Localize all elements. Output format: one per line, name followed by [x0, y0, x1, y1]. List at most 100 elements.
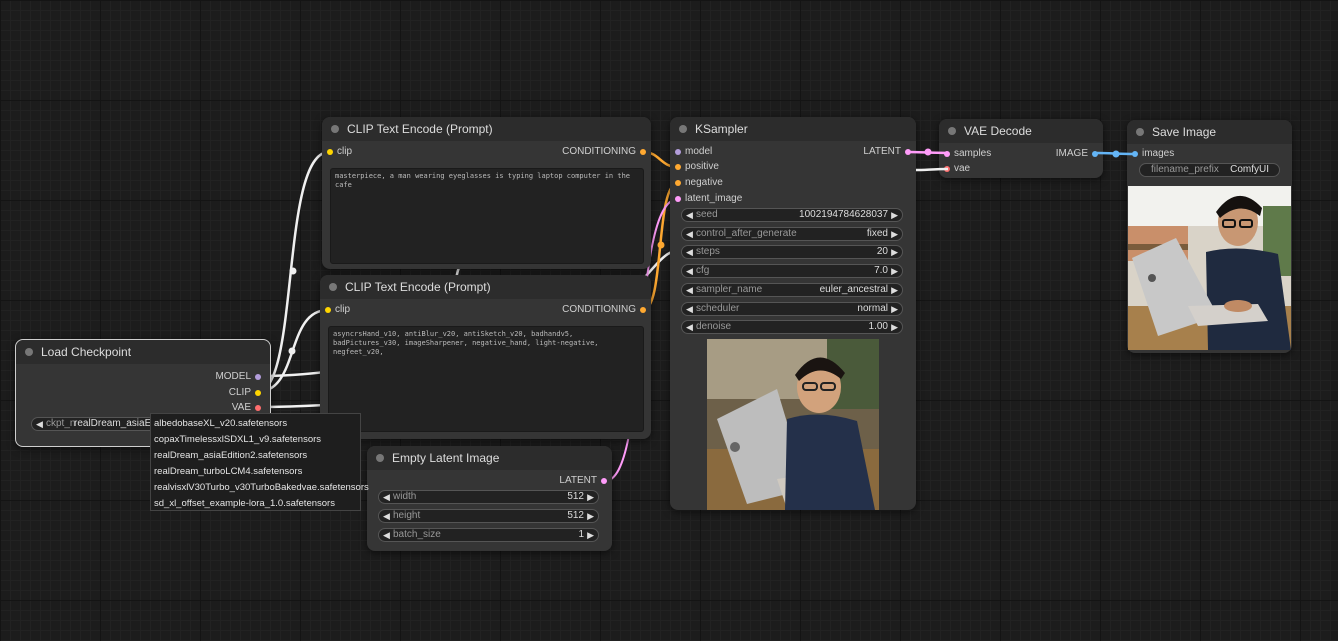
prompt-textarea[interactable]: asyncrsHand_v10, antiBlur_v20, antiSketc… — [328, 326, 644, 432]
seed-widget[interactable]: ◀ seed 1002194784628037 ▶ — [681, 208, 903, 222]
right-arrow-icon[interactable]: ▶ — [891, 246, 898, 258]
input-dot-icon[interactable] — [675, 196, 681, 202]
right-arrow-icon[interactable]: ▶ — [891, 209, 898, 221]
input-vae[interactable]: vae — [944, 162, 1014, 176]
cfg-widget[interactable]: ◀ cfg 7.0 ▶ — [681, 264, 903, 278]
input-dot-icon[interactable] — [675, 164, 681, 170]
collapse-dot-icon[interactable] — [25, 348, 33, 356]
output-image[interactable]: IMAGE — [1028, 147, 1098, 161]
input-negative[interactable]: negative — [675, 176, 755, 190]
output-dot-icon[interactable] — [640, 149, 646, 155]
steps-widget[interactable]: ◀ steps 20 ▶ — [681, 245, 903, 259]
left-arrow-icon[interactable]: ◀ — [686, 265, 693, 277]
output-dot-icon[interactable] — [905, 149, 911, 155]
output-conditioning[interactable]: CONDITIONING — [546, 145, 646, 159]
widget-name: seed — [696, 209, 718, 220]
input-dot-icon[interactable] — [944, 151, 950, 157]
output-model[interactable]: MODEL — [181, 370, 261, 384]
collapse-dot-icon[interactable] — [948, 127, 956, 135]
output-latent[interactable]: LATENT — [831, 145, 911, 159]
ckpt-name-combo[interactable]: ◀ ckpt_n realDream_asiaEd — [31, 417, 161, 431]
collapse-dot-icon[interactable] — [679, 125, 687, 133]
output-latent[interactable]: LATENT — [527, 474, 607, 488]
left-arrow-icon[interactable]: ◀ — [36, 418, 43, 430]
widget-value: 1002194784628037 — [799, 209, 888, 220]
empty-latent-image-node[interactable]: Empty Latent Image LATENT ◀ width 512 ▶ … — [367, 446, 612, 551]
right-arrow-icon[interactable]: ▶ — [587, 491, 594, 503]
dropdown-item[interactable]: realDream_asiaEdition2.safetensors — [151, 448, 360, 464]
dropdown-item[interactable]: copaxTimelessxlSDXL1_v9.safetensors — [151, 432, 360, 448]
node-title-bar[interactable]: VAE Decode — [939, 119, 1103, 143]
save-image-node[interactable]: Save Image images filename_prefix ComfyU… — [1127, 120, 1292, 353]
node-title-bar[interactable]: CLIP Text Encode (Prompt) — [322, 117, 651, 141]
widget-name: cfg — [696, 265, 710, 276]
output-dot-icon[interactable] — [640, 307, 646, 313]
dropdown-item[interactable]: realDream_turboLCM4.safetensors — [151, 464, 360, 480]
node-title-bar[interactable]: Empty Latent Image — [367, 446, 612, 470]
dropdown-item[interactable]: sd_xl_offset_example-lora_1.0.safetensor… — [151, 496, 360, 512]
left-arrow-icon[interactable]: ◀ — [686, 284, 693, 296]
input-positive[interactable]: positive — [675, 160, 755, 174]
input-clip[interactable]: clip — [327, 145, 387, 159]
input-model[interactable]: model — [675, 145, 755, 159]
left-arrow-icon[interactable]: ◀ — [383, 529, 390, 541]
input-dot-icon[interactable] — [325, 307, 331, 313]
right-arrow-icon[interactable]: ▶ — [891, 284, 898, 296]
collapse-dot-icon[interactable] — [329, 283, 337, 291]
left-arrow-icon[interactable]: ◀ — [686, 228, 693, 240]
width-widget[interactable]: ◀ width 512 ▶ — [378, 490, 599, 504]
left-arrow-icon[interactable]: ◀ — [686, 246, 693, 258]
sampler-name-widget[interactable]: ◀ sampler_name euler_ancestral ▶ — [681, 283, 903, 297]
output-dot-icon[interactable] — [255, 390, 261, 396]
right-arrow-icon[interactable]: ▶ — [891, 321, 898, 333]
filename-prefix-widget[interactable]: filename_prefix ComfyUI — [1139, 163, 1280, 177]
node-title-bar[interactable]: Load Checkpoint — [16, 340, 270, 364]
scheduler-widget[interactable]: ◀ scheduler normal ▶ — [681, 302, 903, 316]
input-dot-icon[interactable] — [675, 149, 681, 155]
node-title-bar[interactable]: KSampler — [670, 117, 916, 141]
collapse-dot-icon[interactable] — [331, 125, 339, 133]
output-dot-icon[interactable] — [255, 405, 261, 411]
input-dot-icon[interactable] — [944, 166, 950, 172]
input-clip[interactable]: clip — [325, 303, 385, 317]
node-title-bar[interactable]: Save Image — [1127, 120, 1292, 144]
batch-size-widget[interactable]: ◀ batch_size 1 ▶ — [378, 528, 599, 542]
collapse-dot-icon[interactable] — [1136, 128, 1144, 136]
dropdown-item[interactable]: albedobaseXL_v20.safetensors — [151, 416, 360, 432]
clip-text-encode-positive-node[interactable]: CLIP Text Encode (Prompt) clip CONDITION… — [322, 117, 651, 269]
right-arrow-icon[interactable]: ▶ — [891, 265, 898, 277]
left-arrow-icon[interactable]: ◀ — [383, 491, 390, 503]
output-dot-icon[interactable] — [255, 374, 261, 380]
input-samples[interactable]: samples — [944, 147, 1014, 161]
left-arrow-icon[interactable]: ◀ — [383, 510, 390, 522]
right-arrow-icon[interactable]: ▶ — [891, 228, 898, 240]
node-title-bar[interactable]: CLIP Text Encode (Prompt) — [320, 275, 651, 299]
output-dot-icon[interactable] — [601, 478, 607, 484]
left-arrow-icon[interactable]: ◀ — [686, 321, 693, 333]
left-arrow-icon[interactable]: ◀ — [686, 209, 693, 221]
left-arrow-icon[interactable]: ◀ — [686, 303, 693, 315]
widget-value: normal — [857, 303, 888, 314]
output-conditioning[interactable]: CONDITIONING — [546, 303, 646, 317]
ksampler-node[interactable]: KSampler model positive negative latent_… — [670, 117, 916, 510]
prompt-textarea[interactable]: masterpiece, a man wearing eyeglasses is… — [330, 168, 644, 264]
clip-text-encode-negative-node[interactable]: CLIP Text Encode (Prompt) clip CONDITION… — [320, 275, 651, 439]
input-dot-icon[interactable] — [327, 149, 333, 155]
denoise-widget[interactable]: ◀ denoise 1.00 ▶ — [681, 320, 903, 334]
output-dot-icon[interactable] — [1092, 151, 1098, 157]
vae-decode-node[interactable]: VAE Decode samples vae IMAGE — [939, 119, 1103, 178]
right-arrow-icon[interactable]: ▶ — [891, 303, 898, 315]
input-latent-image[interactable]: latent_image — [675, 192, 765, 206]
node-title: KSampler — [695, 122, 748, 136]
input-dot-icon[interactable] — [675, 180, 681, 186]
dropdown-item[interactable]: realvisxlV30Turbo_v30TurboBakedvae.safet… — [151, 480, 369, 496]
height-widget[interactable]: ◀ height 512 ▶ — [378, 509, 599, 523]
right-arrow-icon[interactable]: ▶ — [587, 510, 594, 522]
control-after-generate-widget[interactable]: ◀ control_after_generate fixed ▶ — [681, 227, 903, 241]
output-clip[interactable]: CLIP — [181, 386, 261, 400]
collapse-dot-icon[interactable] — [376, 454, 384, 462]
input-images[interactable]: images — [1132, 147, 1202, 161]
right-arrow-icon[interactable]: ▶ — [587, 529, 594, 541]
input-dot-icon[interactable] — [1132, 151, 1138, 157]
ckpt-dropdown-menu[interactable]: albedobaseXL_v20.safetensors copaxTimele… — [150, 413, 369, 512]
